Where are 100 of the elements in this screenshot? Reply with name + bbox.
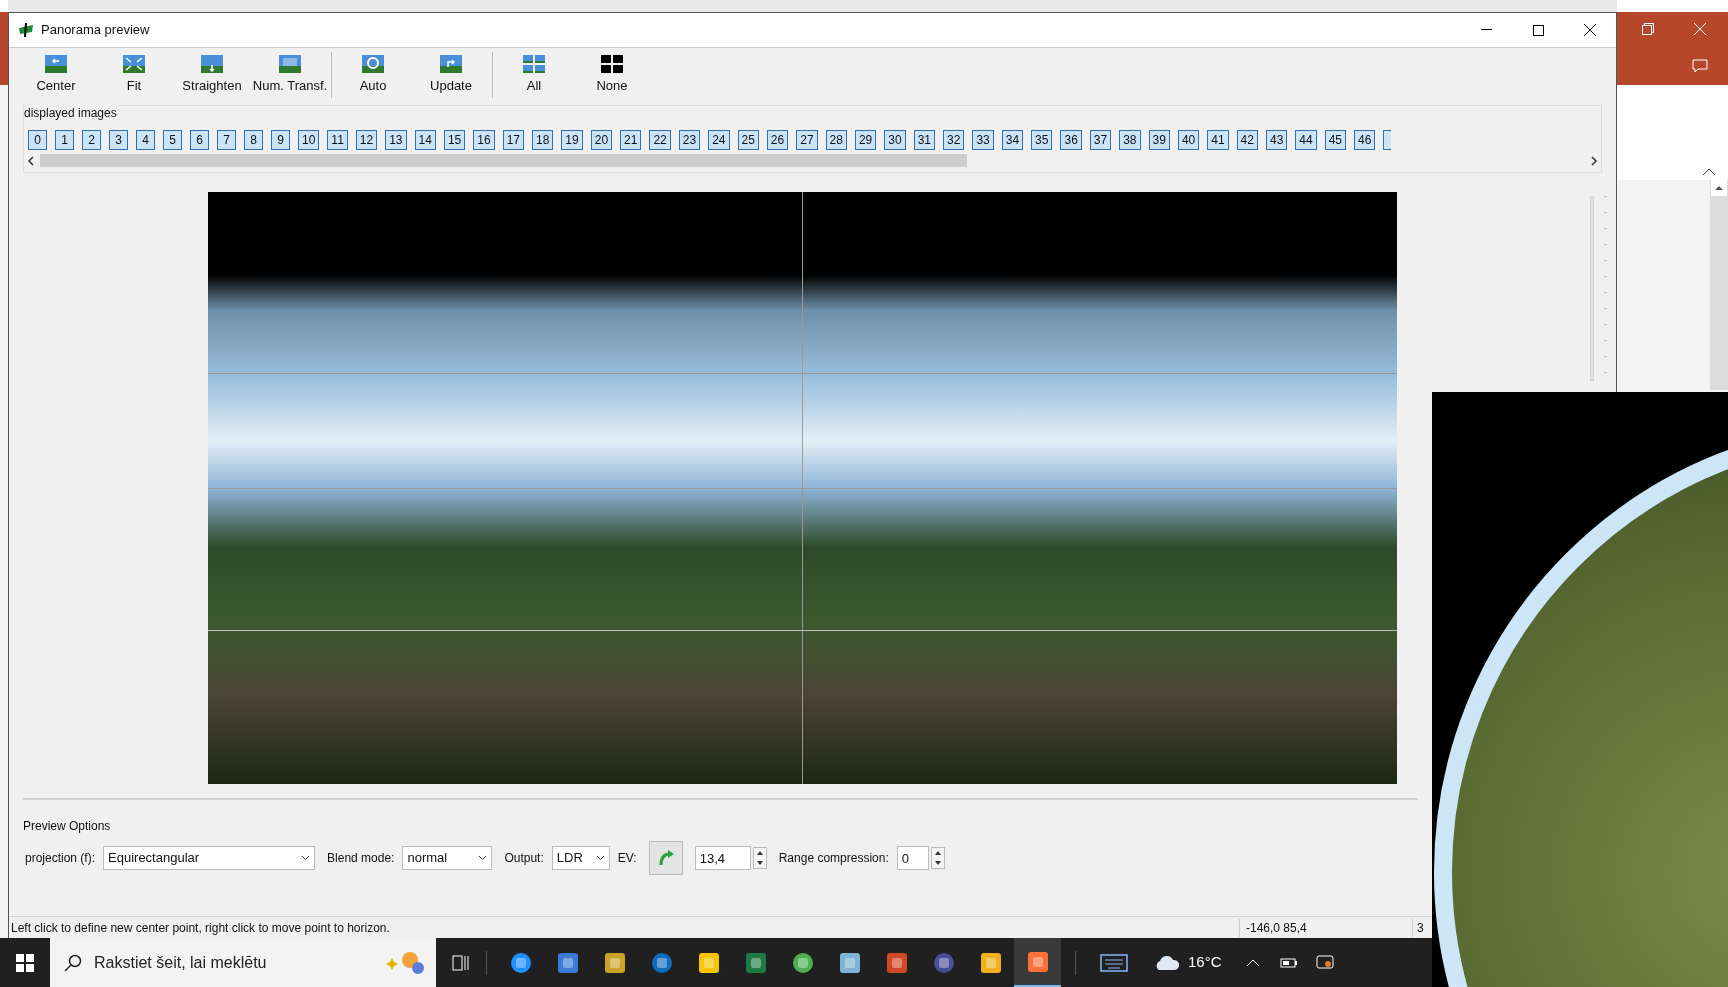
- image-toggle[interactable]: 39: [1148, 130, 1170, 150]
- image-toggle[interactable]: 42: [1236, 130, 1258, 150]
- app-icon: [1025, 949, 1050, 974]
- image-toggle[interactable]: 43: [1265, 130, 1288, 150]
- scroll-left-icon: [26, 155, 36, 166]
- image-toggle[interactable]: 35: [1031, 130, 1053, 150]
- app-icon: [555, 950, 580, 975]
- horizontal-scrollbar[interactable]: [26, 153, 1599, 168]
- image-toggle[interactable]: 20: [590, 130, 613, 150]
- image-toggle[interactable]: 30: [884, 130, 906, 150]
- image-toggle[interactable]: 21: [620, 130, 642, 150]
- image-toggle[interactable]: 3: [109, 130, 128, 150]
- image-toggle[interactable]: 19: [561, 130, 583, 150]
- toolbar-button[interactable]: Update: [412, 50, 490, 100]
- spin-arrows[interactable]: [752, 847, 767, 869]
- toolbar-button[interactable]: All: [495, 50, 573, 100]
- image-toggle[interactable]: 40: [1177, 130, 1200, 150]
- landscape-icon: [201, 54, 223, 73]
- image-toggle[interactable]: 22: [649, 130, 671, 150]
- ev-button[interactable]: [648, 841, 683, 875]
- vertical-scrollbar[interactable]: [1710, 180, 1728, 390]
- app-icon: [602, 950, 627, 975]
- toolbar-button[interactable]: Num. Transf.: [251, 50, 329, 100]
- image-toggle[interactable]: 44: [1295, 130, 1317, 150]
- battery-icon: [1279, 956, 1298, 969]
- range-compression-field[interactable]: 0: [896, 846, 929, 870]
- image-toggle[interactable]: 16: [473, 130, 495, 150]
- image-toggle[interactable]: 1: [55, 130, 74, 150]
- caret-up-icon: [1245, 958, 1260, 967]
- cloud-icon: [1154, 954, 1180, 971]
- image-toggle[interactable]: 23: [678, 130, 701, 150]
- landscape-icon: [362, 54, 384, 73]
- image-toggle[interactable]: 27: [796, 130, 818, 150]
- blend-mode-dropdown[interactable]: normal: [402, 846, 493, 870]
- toolbar-button[interactable]: Auto: [334, 50, 412, 100]
- chevron-down-icon: [478, 855, 488, 861]
- image-toggle[interactable]: 18: [532, 130, 554, 150]
- image-toggle[interactable]: 11: [327, 130, 348, 150]
- task-view-icon: [452, 953, 470, 972]
- image-toggle[interactable]: 14: [414, 130, 436, 150]
- image-toggle[interactable]: 4: [136, 130, 155, 150]
- status-coordinates: -146,0 85,4: [1245, 919, 1308, 937]
- image-toggle[interactable]: [1383, 130, 1392, 150]
- scrollbar-thumb[interactable]: [40, 154, 967, 167]
- image-toggle[interactable]: 38: [1119, 130, 1141, 150]
- image-toggle[interactable]: 17: [502, 130, 524, 150]
- projection-dropdown[interactable]: Equirectangular: [103, 846, 316, 870]
- temperature-text: 16°C: [1188, 952, 1222, 973]
- image-toggle[interactable]: 2: [82, 130, 101, 150]
- image-toggle[interactable]: 41: [1207, 130, 1229, 150]
- image-toggle[interactable]: 46: [1354, 130, 1376, 150]
- image-toggle[interactable]: 6: [190, 130, 209, 150]
- image-toggle[interactable]: 37: [1089, 130, 1112, 150]
- close-icon: [1694, 23, 1706, 35]
- image-toggle[interactable]: 24: [708, 130, 730, 150]
- image-toggle[interactable]: 12: [355, 130, 378, 150]
- output-dropdown[interactable]: LDR: [551, 846, 610, 870]
- status-message: Left click to define new center point, right click to move point to horizon.: [10, 919, 391, 937]
- landscape-icon: [279, 54, 301, 73]
- image-toggle[interactable]: 8: [244, 130, 263, 150]
- windows-logo-icon: [16, 953, 34, 972]
- output-label: Output:: [504, 850, 544, 867]
- taskbar-app-button[interactable]: [1014, 938, 1061, 987]
- status-field: 3: [1413, 918, 1424, 937]
- image-toggle[interactable]: 26: [766, 130, 789, 150]
- toolbar-button[interactable]: Straighten: [173, 50, 251, 100]
- caret-up-icon: [1702, 168, 1716, 176]
- projection-label: projection (f):: [25, 850, 96, 867]
- ev-field[interactable]: 13,4: [694, 846, 751, 870]
- image-toggle[interactable]: 10: [298, 130, 320, 150]
- toolbar-button[interactable]: Center: [17, 50, 95, 100]
- image-toggle[interactable]: 34: [1001, 130, 1024, 150]
- image-toggle[interactable]: 15: [443, 130, 466, 150]
- image-toggle[interactable]: 28: [825, 130, 847, 150]
- app-logo-icon: [17, 22, 35, 38]
- chevron-down-icon: [595, 855, 605, 861]
- image-toggle[interactable]: 32: [943, 130, 965, 150]
- image-toggle[interactable]: 9: [271, 130, 290, 150]
- blend-mode-label: Blend mode:: [327, 850, 395, 867]
- taskbar-search-field[interactable]: Rakstiet šeit, lai meklētu: [50, 938, 436, 987]
- scroll-right-icon: [1589, 155, 1599, 166]
- toolbar-button[interactable]: None: [573, 50, 651, 100]
- image-toggle[interactable]: 25: [737, 130, 759, 150]
- group-title: Preview Options: [23, 818, 112, 835]
- image-toggle[interactable]: 29: [854, 130, 877, 150]
- spin-arrows[interactable]: [930, 847, 945, 869]
- image-toggle[interactable]: 5: [163, 130, 182, 150]
- group-title: displayed images: [24, 104, 119, 122]
- toolbar-button[interactable]: Fit: [95, 50, 173, 100]
- image-toggle[interactable]: 33: [972, 130, 994, 150]
- image-toggle[interactable]: 13: [385, 130, 407, 150]
- image-toggle[interactable]: 7: [217, 130, 236, 150]
- range-compression-label: Range compression:: [778, 850, 889, 867]
- app-icon: [978, 950, 1003, 975]
- image-toggle[interactable]: 45: [1324, 130, 1347, 150]
- image-toggle[interactable]: 0: [28, 130, 47, 150]
- image-toggle[interactable]: 36: [1060, 130, 1082, 150]
- close-icon: [1584, 24, 1596, 36]
- image-toggle[interactable]: 31: [913, 130, 935, 150]
- comment-icon: [1692, 59, 1708, 73]
